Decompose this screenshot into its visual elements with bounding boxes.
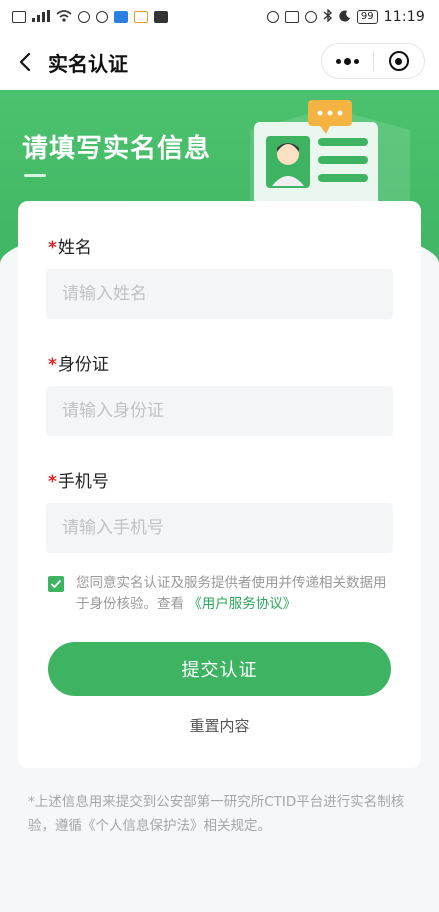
user-service-agreement-link[interactable]: 《用户服务协议》 <box>188 596 296 612</box>
id-card-illustration-icon <box>254 100 378 214</box>
required-mark: * <box>48 238 57 258</box>
mute-icon <box>304 11 317 23</box>
bluetooth-icon <box>323 8 333 25</box>
checkmark-icon <box>50 579 62 589</box>
wifi-icon <box>56 9 72 25</box>
more-menu-button[interactable] <box>322 44 373 78</box>
id-card-input[interactable] <box>46 386 393 436</box>
nfc-icon <box>284 11 299 23</box>
form-card: *姓名 *身份证 *手机号 您同意实名认证及服务提供者使用并传递相关数据用于身份… <box>18 201 421 768</box>
battery-indicator: 99 <box>356 10 378 24</box>
status-time: 11:19 <box>383 9 425 25</box>
id-card-label-text: 身份证 <box>57 355 109 375</box>
more-dots-icon <box>335 58 341 64</box>
app-icon-3 <box>134 11 148 23</box>
hd-icon <box>12 11 26 23</box>
reset-button[interactable]: 重置内容 <box>18 715 421 736</box>
agreement-text: 您同意实名认证及服务提供者使用并传递相关数据用于身份核验。查看 《用户服务协议》 <box>76 573 393 615</box>
status-right: 99 11:19 <box>266 8 425 25</box>
more-dot-mid <box>343 57 351 65</box>
banner-underline <box>24 174 46 177</box>
name-input[interactable] <box>46 269 393 319</box>
app-icon-4 <box>154 11 168 23</box>
required-mark: * <box>48 355 57 375</box>
target-close-icon <box>388 51 409 71</box>
app-icon-2 <box>114 11 128 23</box>
name-label-text: 姓名 <box>57 238 92 258</box>
signal-icon <box>32 9 50 25</box>
app-icon <box>96 11 108 23</box>
nav-bar: 实名认证 <box>0 34 439 90</box>
required-mark: * <box>48 472 57 492</box>
agreement-checkbox[interactable] <box>48 576 64 592</box>
privacy-footnote: *上述信息用来提交到公安部第一研究所CTID平台进行实名制核验，遵循《个人信息保… <box>28 794 405 834</box>
phone-label: *手机号 <box>48 467 109 492</box>
banner-title: 请填写实名信息 <box>22 134 212 164</box>
id-card-label: *身份证 <box>48 350 109 375</box>
back-arrow-icon[interactable] <box>14 50 36 74</box>
phone-input[interactable] <box>46 503 393 553</box>
status-left <box>12 9 168 25</box>
miniprogram-capsule <box>321 43 425 79</box>
name-label: *姓名 <box>48 233 92 258</box>
moon-icon <box>339 10 351 25</box>
phone-label-text: 手机号 <box>57 472 109 492</box>
page-title: 实名认证 <box>48 52 128 76</box>
status-bar: 99 11:19 <box>0 0 439 34</box>
submit-verification-button[interactable]: 提交认证 <box>48 642 391 696</box>
eye-icon <box>266 11 279 23</box>
more-dot-right <box>353 58 359 64</box>
headset-icon <box>78 11 90 23</box>
close-miniprogram-button[interactable] <box>373 44 424 78</box>
